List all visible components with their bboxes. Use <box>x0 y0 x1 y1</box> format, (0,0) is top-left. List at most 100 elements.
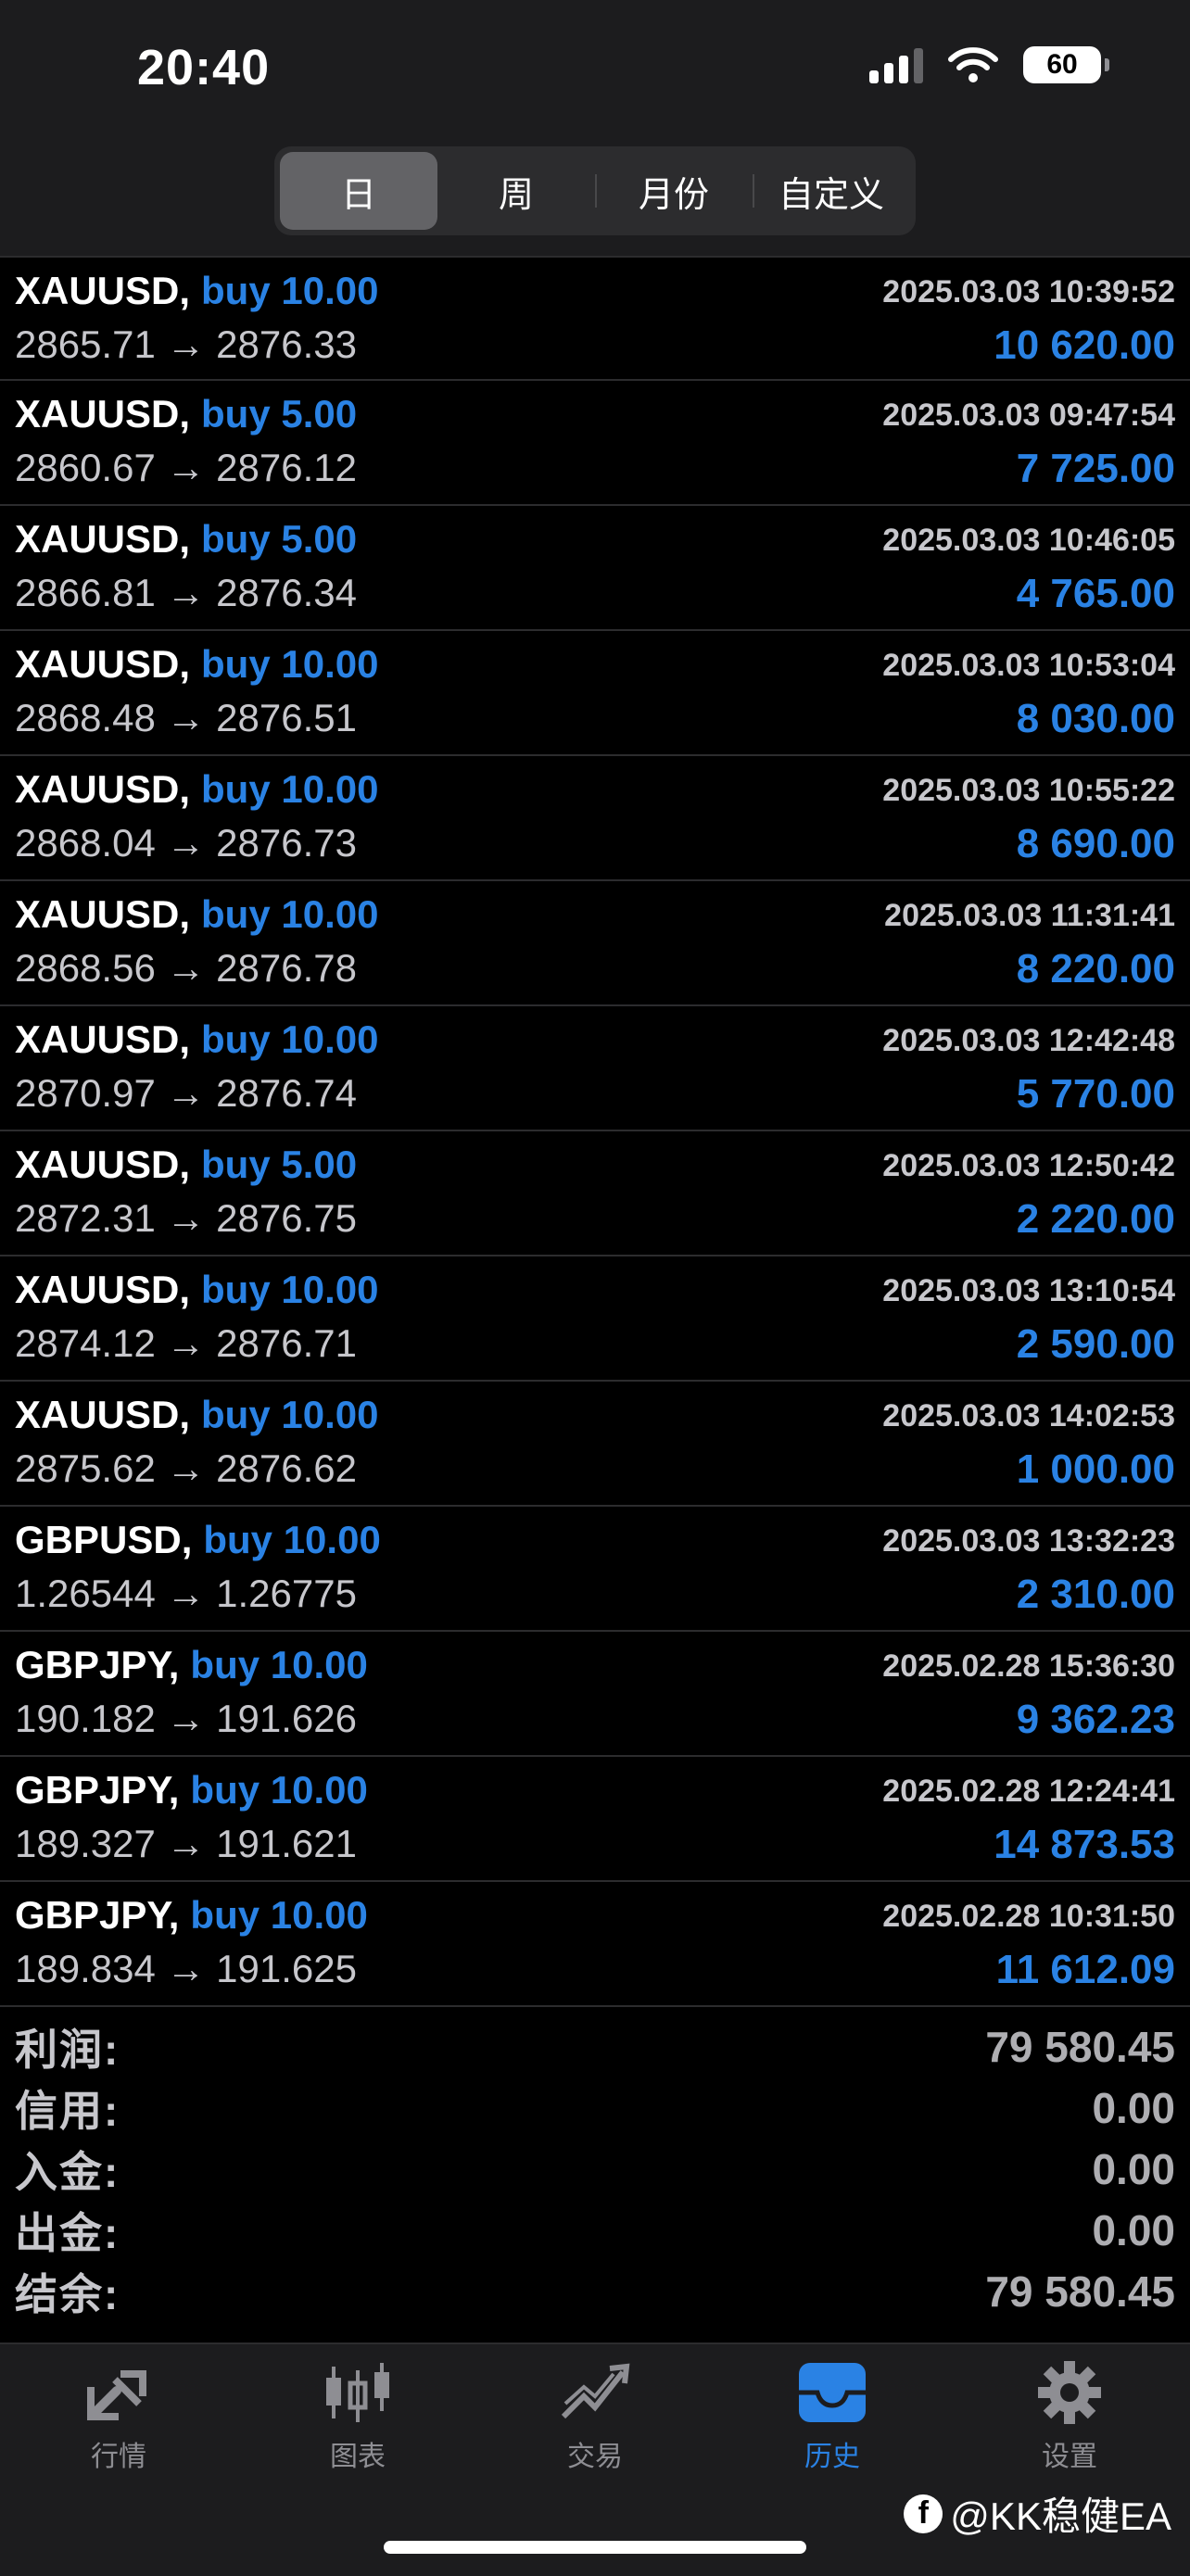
account-summary: 利润: 79 580.45 信用: 0.00 入金: 0.00 出金: 0.00 结余: 79 5… <box>0 2016 1190 2322</box>
trade-title: XAUUSD, buy 10.00 <box>15 1393 378 1437</box>
trade-row[interactable]: GBPJPY, buy 10.00 2025.02.28 15:36:30 190.1… <box>0 1632 1190 1757</box>
trade-side-volume: buy 10.00 <box>201 892 379 936</box>
history-inbox-icon <box>799 2363 866 2422</box>
summary-value: 79 580.45 <box>985 2267 1175 2316</box>
trade-datetime: 2025.03.03 10:55:22 <box>882 773 1175 808</box>
candlestick-chart-icon <box>326 2363 389 2422</box>
watermark: f @KK稳健EA <box>904 2485 1171 2542</box>
summary-row: 结余: 79 580.45 <box>0 2261 1190 2322</box>
trade-profit: 2 310.00 <box>1016 1572 1175 1617</box>
trade-row[interactable]: XAUUSD, buy 10.00 2025.03.03 10:39:52 2865.… <box>0 256 1190 381</box>
trade-row[interactable]: XAUUSD, buy 5.00 2025.03.03 09:47:54 2860.6… <box>0 381 1190 506</box>
summary-label: 信用: <box>15 2087 120 2135</box>
trade-profit: 11 612.09 <box>995 1947 1175 1992</box>
trade-row[interactable]: GBPJPY, buy 10.00 2025.02.28 10:31:50 189.8… <box>0 1882 1190 2007</box>
trade-row[interactable]: XAUUSD, buy 10.00 2025.03.03 14:02:53 2875.… <box>0 1382 1190 1507</box>
trade-row[interactable]: XAUUSD, buy 5.00 2025.03.03 10:46:05 2866.8… <box>0 506 1190 631</box>
trade-row[interactable]: XAUUSD, buy 5.00 2025.03.03 12:50:42 2872.3… <box>0 1131 1190 1256</box>
trade-datetime: 2025.02.28 12:24:41 <box>882 1774 1175 1809</box>
trade-prices: 190.182 → 191.626 <box>15 1697 357 1740</box>
trade-prices: 2866.81 → 2876.34 <box>15 571 357 614</box>
trade-side-volume: buy 10.00 <box>201 1017 379 1061</box>
trade-prices: 2874.12 → 2876.71 <box>15 1321 357 1365</box>
segment-custom[interactable]: 自定义 <box>753 152 910 230</box>
tab-charts[interactable]: 图表 <box>265 2359 450 2474</box>
trade-symbol: XAUUSD, <box>15 269 191 312</box>
trade-datetime: 2025.03.03 10:46:05 <box>882 523 1175 558</box>
summary-value: 0.00 <box>1092 2206 1175 2254</box>
tab-label: 历史 <box>804 2442 860 2472</box>
trade-profit: 8 220.00 <box>1016 946 1175 991</box>
trade-title: XAUUSD, buy 10.00 <box>15 1268 378 1312</box>
period-segmented-control: 日 周 月份 自定义 <box>274 146 916 235</box>
trade-row[interactable]: GBPUSD, buy 10.00 2025.03.03 13:32:23 1.265… <box>0 1507 1190 1632</box>
trade-side-volume: buy 10.00 <box>190 1768 368 1812</box>
home-indicator <box>384 2541 806 2554</box>
facebook-icon: f <box>904 2494 943 2533</box>
trade-row[interactable]: XAUUSD, buy 10.00 2025.03.03 10:55:22 2868.… <box>0 756 1190 881</box>
summary-row: 利润: 79 580.45 <box>0 2016 1190 2077</box>
tab-label: 设置 <box>1042 2442 1097 2472</box>
summary-row: 信用: 0.00 <box>0 2077 1190 2139</box>
top-header: 20:40 60 日 周 月份 自定义 <box>0 0 1190 256</box>
trade-profit: 2 590.00 <box>1016 1321 1175 1367</box>
trade-title: XAUUSD, buy 5.00 <box>15 392 357 436</box>
trade-symbol: XAUUSD, <box>15 1268 191 1311</box>
trade-profit: 8 690.00 <box>1016 821 1175 866</box>
trade-title: GBPJPY, buy 10.00 <box>15 1643 368 1687</box>
summary-value: 79 580.45 <box>985 2023 1175 2071</box>
trade-datetime: 2025.03.03 13:10:54 <box>882 1273 1175 1308</box>
trade-row[interactable]: GBPJPY, buy 10.00 2025.02.28 12:24:41 189.3… <box>0 1757 1190 1882</box>
trade-profit: 5 770.00 <box>1016 1071 1175 1117</box>
tab-history[interactable]: 历史 <box>740 2359 925 2474</box>
tab-trade[interactable]: 交易 <box>502 2359 688 2474</box>
segment-week[interactable]: 周 <box>437 152 595 230</box>
trade-symbol: GBPJPY, <box>15 1643 180 1686</box>
trade-side-volume: buy 10.00 <box>190 1893 368 1937</box>
segment-month[interactable]: 月份 <box>595 152 753 230</box>
trade-title: XAUUSD, buy 10.00 <box>15 642 378 687</box>
summary-label: 出金: <box>15 2209 120 2257</box>
tab-label: 图表 <box>330 2442 386 2472</box>
trade-prices: 189.834 → 191.625 <box>15 1947 357 1990</box>
wifi-icon <box>947 46 999 83</box>
trade-symbol: XAUUSD, <box>15 1143 191 1186</box>
summary-label: 利润: <box>15 2026 120 2074</box>
trade-row[interactable]: XAUUSD, buy 10.00 2025.03.03 12:42:48 2870.… <box>0 1006 1190 1131</box>
summary-row: 入金: 0.00 <box>0 2139 1190 2200</box>
segment-day[interactable]: 日 <box>280 152 437 230</box>
trade-row[interactable]: XAUUSD, buy 10.00 2025.03.03 11:31:41 2868.… <box>0 881 1190 1006</box>
trade-profit: 7 725.00 <box>1016 446 1175 491</box>
watermark-text: @KK稳健EA <box>950 2494 1171 2538</box>
trade-datetime: 2025.03.03 14:02:53 <box>882 1398 1175 1433</box>
trade-title: GBPJPY, buy 10.00 <box>15 1768 368 1812</box>
trade-symbol: XAUUSD, <box>15 1017 191 1061</box>
trade-prices: 2875.62 → 2876.62 <box>15 1446 357 1490</box>
gear-icon <box>1038 2361 1101 2424</box>
trade-profit: 10 620.00 <box>994 322 1175 368</box>
trade-title: XAUUSD, buy 10.00 <box>15 269 378 313</box>
trade-row[interactable]: XAUUSD, buy 10.00 2025.03.03 10:53:04 2868.… <box>0 631 1190 756</box>
trade-title: GBPUSD, buy 10.00 <box>15 1518 381 1562</box>
trade-datetime: 2025.03.03 12:42:48 <box>882 1023 1175 1058</box>
trade-row[interactable]: XAUUSD, buy 10.00 2025.03.03 13:10:54 2874.… <box>0 1256 1190 1382</box>
trade-datetime: 2025.03.03 10:39:52 <box>882 274 1175 309</box>
status-icons: 60 <box>869 46 1109 83</box>
trade-profit: 1 000.00 <box>1016 1446 1175 1492</box>
trade-symbol: GBPJPY, <box>15 1768 180 1812</box>
trade-prices: 1.26544 → 1.26775 <box>15 1572 357 1615</box>
summary-label: 入金: <box>15 2148 120 2196</box>
trade-side-volume: buy 10.00 <box>190 1643 368 1686</box>
trade-symbol: XAUUSD, <box>15 642 191 686</box>
tab-settings[interactable]: 设置 <box>977 2359 1162 2474</box>
trade-symbol: XAUUSD, <box>15 1393 191 1436</box>
trade-symbol: XAUUSD, <box>15 392 191 436</box>
trade-profit: 14 873.53 <box>994 1822 1175 1867</box>
trade-symbol: GBPJPY, <box>15 1893 180 1937</box>
trade-datetime: 2025.03.03 11:31:41 <box>884 898 1175 933</box>
tab-quotes[interactable]: 行情 <box>26 2359 211 2474</box>
trade-side-volume: buy 10.00 <box>201 1393 379 1436</box>
trade-title: XAUUSD, buy 10.00 <box>15 1017 378 1062</box>
trade-prices: 2865.71 → 2876.33 <box>15 322 357 366</box>
trade-title: GBPJPY, buy 10.00 <box>15 1893 368 1938</box>
